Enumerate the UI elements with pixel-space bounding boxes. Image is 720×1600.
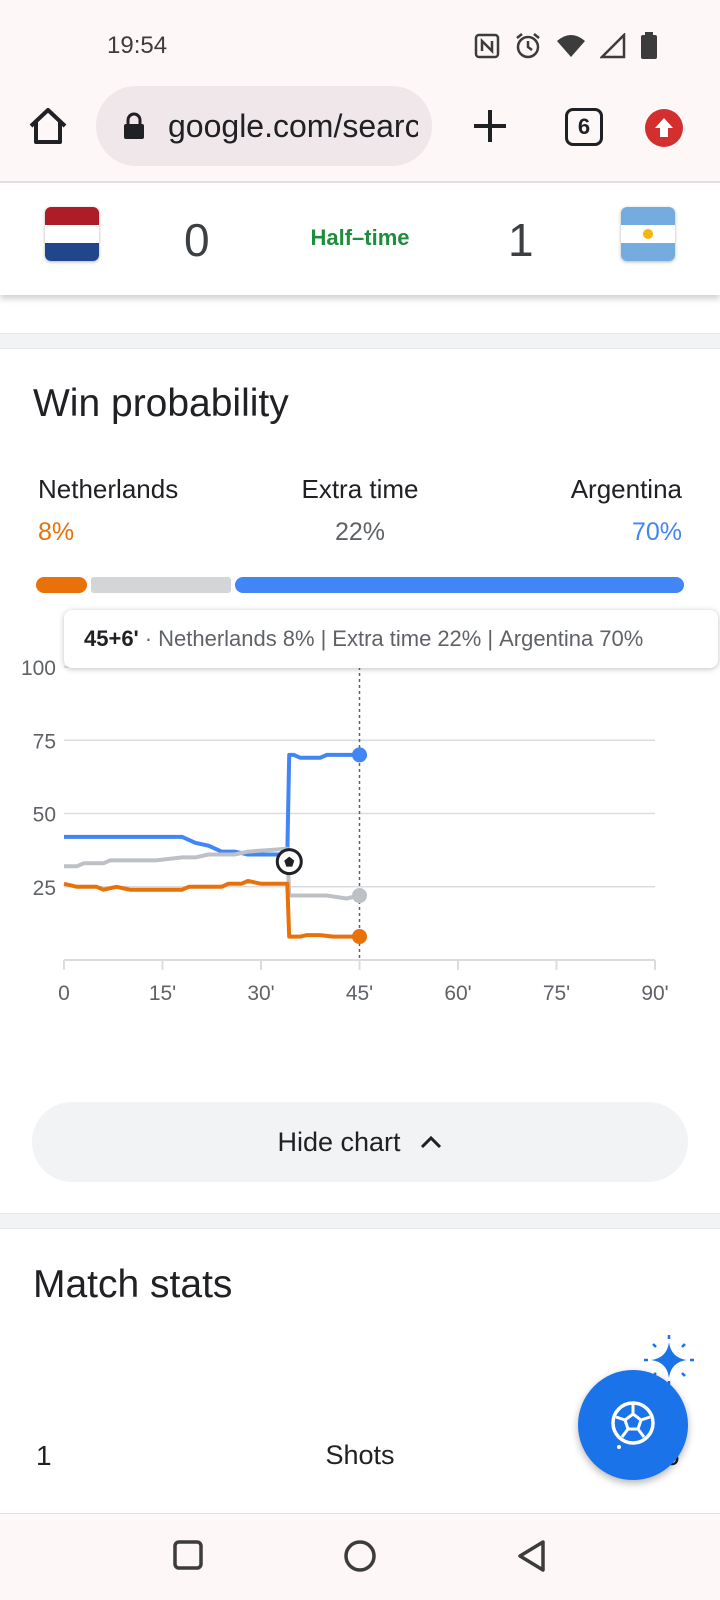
- y-tick-label: 75: [33, 730, 56, 753]
- wifi-icon: [557, 35, 585, 57]
- stat-label: Shots: [325, 1440, 395, 1470]
- status-time: 19:54: [107, 32, 168, 59]
- extra-time-probability-bar: [91, 577, 231, 593]
- series-line-netherlands: [63, 878, 360, 939]
- series-endpoint-netherlands: [352, 929, 367, 945]
- signal-icon: [600, 33, 626, 59]
- away-win-pct: 70%: [631, 518, 682, 546]
- tooltip-draw-label: Extra time: [332, 626, 432, 651]
- browser-chrome: 19:54 google.com/search 6: [0, 0, 720, 183]
- status-icons: [474, 32, 658, 60]
- home-nav-icon[interactable]: [343, 1539, 377, 1573]
- system-nav-bar: [0, 1513, 720, 1600]
- home-probability-bar: [36, 577, 87, 593]
- win-probability-chart[interactable]: 100 75 50 25 0 15' 30' 45' 60' 75' 90': [0, 660, 720, 1040]
- away-probability-bar: [235, 577, 684, 593]
- home-win-pct: 8%: [38, 518, 75, 546]
- y-tick-label: 50: [33, 804, 56, 827]
- argentina-flag-icon: [621, 207, 675, 261]
- home-score: 0: [184, 214, 210, 266]
- home-icon[interactable]: [26, 104, 70, 148]
- back-icon[interactable]: [515, 1539, 547, 1573]
- tooltip-draw-pct: 22%: [437, 626, 482, 651]
- nfc-icon: [474, 33, 500, 59]
- url-bar[interactable]: google.com/search: [96, 86, 432, 166]
- chevron-up-icon: [420, 1135, 441, 1149]
- tooltip-home-label: Netherlands: [158, 626, 277, 651]
- series-endpoint-argentina: [352, 747, 367, 763]
- lock-icon: [124, 112, 144, 139]
- win-probability-title: Win probability: [33, 382, 289, 425]
- series-line-argentina: [64, 752, 360, 857]
- y-tick-label: 100: [21, 660, 56, 680]
- tab-switcher-button[interactable]: 6: [565, 108, 603, 146]
- battery-icon: [641, 32, 657, 59]
- x-tick-label: 45': [346, 982, 373, 1005]
- tooltip-away-pct: 70%: [599, 626, 644, 651]
- soccer-ball-fab[interactable]: [578, 1370, 688, 1480]
- match-stats-title: Match stats: [33, 1263, 233, 1306]
- x-tick-label: 0: [58, 982, 70, 1005]
- section-divider: [0, 333, 720, 349]
- x-tick-label: 15': [149, 982, 176, 1005]
- chart-tooltip: 45+6' · Netherlands 8% | Extra time 22% | A…: [64, 610, 718, 668]
- url-text: google.com/search: [168, 108, 418, 144]
- hide-chart-label: Hide chart: [277, 1126, 401, 1157]
- new-tab-icon[interactable]: [470, 106, 510, 146]
- away-team-label: Argentina: [570, 474, 682, 504]
- tooltip-away-label: Argentina: [499, 626, 594, 651]
- home-stat-value: 1: [36, 1440, 52, 1471]
- score-card[interactable]: 0 Half–time 1: [0, 185, 720, 295]
- extra-time-label: Extra time: [301, 474, 419, 504]
- x-tick-label: 60': [444, 982, 471, 1005]
- tooltip-separator: |: [487, 626, 494, 651]
- x-tick-label: 75': [543, 982, 570, 1005]
- soccer-ball-icon: [611, 1401, 655, 1449]
- section-divider: [0, 1213, 720, 1229]
- netherlands-flag-icon: [45, 207, 99, 261]
- x-tick-label: 30': [247, 982, 274, 1005]
- extra-time-pct: 22%: [334, 518, 386, 546]
- y-tick-label: 25: [33, 877, 56, 900]
- match-status: Half–time: [310, 225, 410, 250]
- home-team-label: Netherlands: [38, 474, 179, 504]
- series-line-extra-time: [64, 846, 360, 901]
- x-tick-label: 90': [641, 982, 668, 1005]
- away-score: 1: [508, 214, 534, 266]
- tooltip-home-pct: 8%: [282, 626, 315, 651]
- tooltip-dot: ·: [144, 626, 153, 651]
- series-endpoint-extra-time: [352, 888, 367, 904]
- hide-chart-button[interactable]: Hide chart: [32, 1102, 688, 1182]
- tooltip-separator: |: [320, 626, 327, 651]
- update-icon[interactable]: [645, 109, 683, 147]
- tooltip-time: 45+6': [84, 626, 139, 651]
- alarm-icon: [516, 33, 540, 59]
- recents-icon[interactable]: [172, 1539, 204, 1571]
